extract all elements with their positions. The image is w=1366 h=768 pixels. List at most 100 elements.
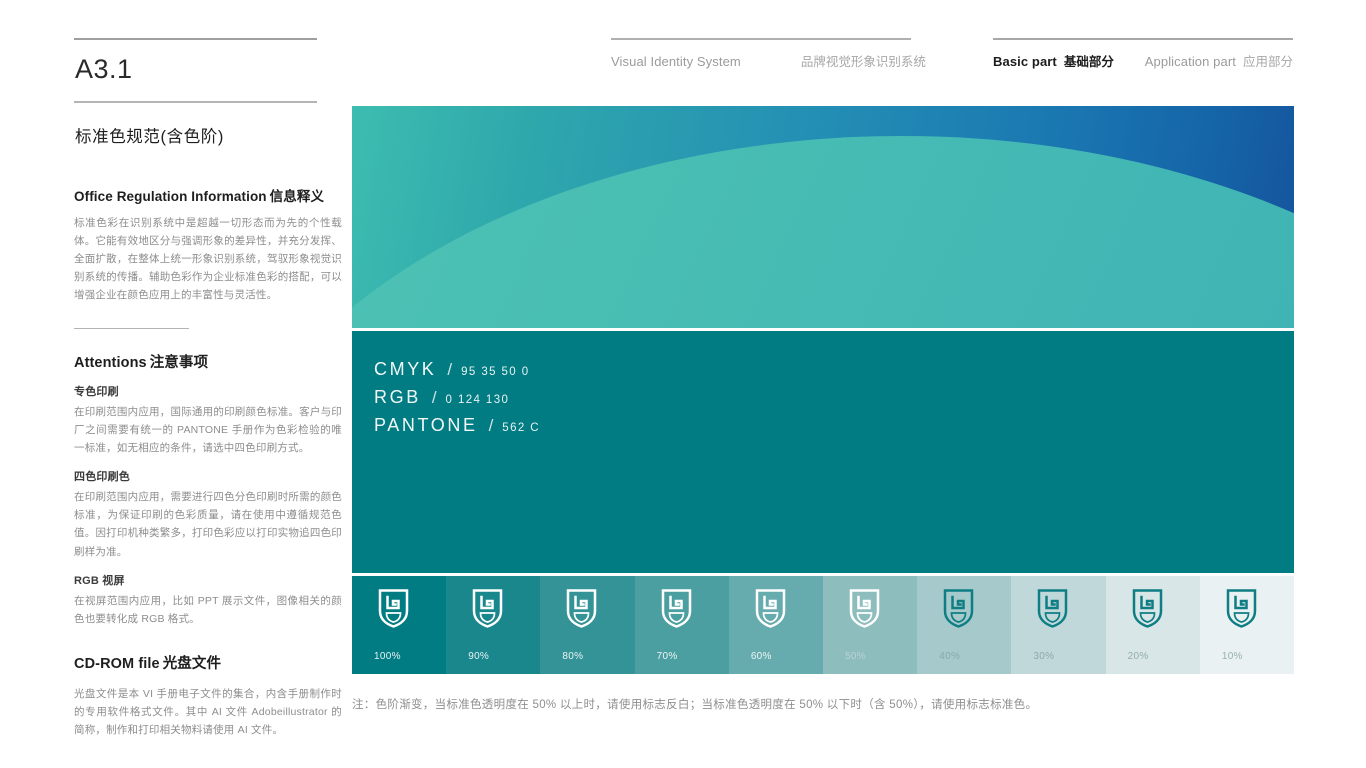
spec-value: 0 124 130	[445, 394, 510, 406]
tint-swatch-strip: 100% 90% 80% 70% 60% 50% 40% 30% 20% 10%	[352, 573, 1295, 674]
sidebar-rule-divider	[74, 327, 189, 330]
page-title: 标准色规范(含色阶)	[75, 127, 224, 146]
sidebar-block-attentions: Attentions 注意事项 专色印刷 在印刷范围内应用，国际通用的印刷颜色标准…	[74, 351, 342, 627]
brand-logo-icon	[472, 589, 503, 628]
brand-logo-icon	[943, 589, 974, 628]
brand-logo-icon	[661, 589, 691, 628]
spec-value: 95 35 50 0	[461, 366, 530, 378]
block-heading: Attentions 注意事项	[74, 351, 342, 372]
tint-swatch[interactable]: 10%	[1199, 576, 1295, 674]
header-rule-left	[611, 38, 911, 40]
spec-key: RGB	[374, 387, 421, 407]
tint-swatch[interactable]: 20%	[1105, 576, 1200, 674]
spec-value: 562 C	[502, 422, 540, 434]
tint-swatch[interactable]: 90%	[446, 576, 541, 674]
header-tab-en: Application part	[1144, 54, 1236, 69]
tint-percentage-label: 70%	[656, 651, 678, 662]
brand-logo-icon	[1132, 589, 1162, 628]
tint-percentage-label: 30%	[1033, 651, 1055, 662]
color-spec-panel: CMYK / 95 35 50 0 RGB / 0 124 130 PANTON…	[352, 106, 1295, 674]
brand-logo-icon	[567, 589, 597, 628]
tint-swatch[interactable]: 30%	[1011, 576, 1106, 674]
footer-note: 注：色阶渐变，当标准色透明度在 50% 以上时，请使用标志反白；当标准色透明度在…	[352, 699, 1038, 711]
header-rule-right	[993, 38, 1293, 40]
header-tab-cn: 应用部分	[1242, 55, 1293, 69]
brand-logo-wrapper	[661, 589, 692, 628]
brand-logo-wrapper	[1226, 589, 1257, 628]
brand-logo-wrapper	[1037, 589, 1068, 628]
brand-color-band: CMYK / 95 35 50 0 RGB / 0 124 130 PANTON…	[352, 328, 1294, 607]
attention-item-rgb-screen: RGB 视屏 在视屏范围内应用，比如 PPT 展示文件，图像相关的颜色也要转化成…	[74, 572, 342, 628]
block-heading-en: Attentions	[74, 355, 147, 372]
brand-logo-wrapper	[849, 589, 880, 628]
hero-ellipse-shape	[352, 136, 1294, 328]
header-tab-basic-part[interactable]: Basic part 基础部分	[993, 51, 1114, 70]
brand-logo-icon	[849, 589, 880, 628]
tint-swatch[interactable]: 50%	[823, 576, 918, 674]
sub-heading: RGB 视屏	[74, 574, 125, 587]
sub-body: 在印刷范围内应用，国际通用的印刷颜色标准。客户与印厂之间需要有统一的 PANTO…	[74, 406, 342, 455]
sub-heading: 专色印刷	[74, 386, 119, 399]
block-heading-en: CD-ROM file	[74, 655, 160, 672]
spec-separator: /	[431, 388, 437, 407]
sub-body: 在视屏范围内应用，比如 PPT 展示文件，图像相关的颜色也要转化成 RGB 格式…	[74, 594, 342, 625]
tint-percentage-label: 60%	[750, 651, 772, 662]
sub-body: 在印刷范围内应用，需要进行四色分色印刷时所需的颜色标准，为保证印刷的色彩质量，请…	[74, 491, 342, 558]
spec-key: CMYK	[374, 359, 437, 379]
brand-logo-icon	[1226, 589, 1257, 628]
block-heading-en: Office Regulation Information	[74, 188, 267, 204]
tint-swatch[interactable]: 40%	[917, 576, 1012, 674]
brand-logo-icon	[1038, 589, 1068, 628]
brand-logo-wrapper	[755, 589, 786, 628]
block-body: 标准色彩在识别系统中是超越一切形态而为先的个性载体。它能有效地区分与强调形象的差…	[74, 216, 342, 301]
spec-row-cmyk: CMYK / 95 35 50 0	[374, 359, 540, 380]
tint-percentage-label: 90%	[468, 651, 490, 662]
brand-logo-icon	[378, 589, 409, 628]
tint-percentage-label: 80%	[562, 651, 584, 662]
page-code: A3.1	[75, 54, 133, 84]
header-tab-cn: 基础部分	[1063, 55, 1114, 69]
header-group-system: Visual Identity System 品牌视觉形象识别系统	[611, 38, 926, 70]
brand-logo-wrapper	[378, 589, 409, 628]
tint-swatch[interactable]: 80%	[540, 576, 635, 674]
tint-swatch[interactable]: 60%	[728, 576, 824, 674]
tint-percentage-label: 40%	[939, 651, 961, 662]
spec-row-pantone: PANTONE / 562 C	[374, 415, 540, 436]
block-body: 光盘文件是本 VI 手册电子文件的集合，内含手册制作时的专用软件格式文件。其中 …	[74, 687, 342, 736]
hero-gradient-artwork	[352, 106, 1294, 328]
sidebar-rule-under-code	[74, 101, 317, 103]
block-heading-cn: 注意事项	[149, 355, 209, 372]
header-item-cn: 品牌视觉形象识别系统	[800, 55, 926, 69]
block-heading: Office Regulation Information 信息释义	[74, 185, 342, 205]
sidebar: A3.1 标准色规范(含色阶) Office Regulation Inform…	[74, 38, 342, 739]
attention-item-four-color: 四色印刷色 在印刷范围内应用，需要进行四色分色印刷时所需的颜色标准，为保证印刷的…	[74, 468, 342, 560]
block-heading-cn: 信息释义	[269, 188, 325, 204]
spec-row-rgb: RGB / 0 124 130	[374, 387, 540, 408]
tint-percentage-label: 100%	[374, 651, 401, 662]
brand-logo-wrapper	[943, 589, 974, 628]
tint-percentage-label: 50%	[845, 651, 866, 662]
brand-logo-wrapper	[472, 589, 503, 628]
sidebar-rule-top	[74, 38, 317, 40]
tint-percentage-label: 20%	[1127, 651, 1149, 662]
header-item-visual-identity-system[interactable]: Visual Identity System 品牌视觉形象识别系统	[611, 51, 926, 70]
sidebar-block-cdrom-file: CD-ROM file 光盘文件 光盘文件是本 VI 手册电子文件的集合，内含手册…	[74, 652, 342, 739]
sub-heading: 四色印刷色	[74, 471, 130, 484]
brand-logo-wrapper	[566, 589, 597, 628]
tint-swatch[interactable]: 100%	[352, 576, 447, 674]
tint-percentage-label: 10%	[1221, 651, 1243, 662]
spec-separator: /	[488, 416, 494, 435]
header-tab-application-part[interactable]: Application part 应用部分	[1145, 51, 1293, 70]
attention-item-spot-color: 专色印刷 在印刷范围内应用，国际通用的印刷颜色标准。客户与印厂之间需要有统一的 …	[74, 383, 342, 457]
color-spec-list: CMYK / 95 35 50 0 RGB / 0 124 130 PANTON…	[374, 359, 540, 443]
sidebar-block-office-regulation: Office Regulation Information 信息释义 标准色彩在识…	[74, 185, 342, 304]
brand-logo-icon	[755, 589, 786, 628]
header-tab-en: Basic part	[993, 54, 1057, 69]
header-group-parts: Basic part 基础部分 Application part 应用部分	[993, 38, 1293, 70]
block-heading-cn: 光盘文件	[162, 655, 222, 672]
spec-key: PANTONE	[374, 415, 478, 435]
block-heading: CD-ROM file 光盘文件	[74, 652, 342, 673]
tint-swatch[interactable]: 70%	[634, 576, 729, 674]
brand-logo-wrapper	[1132, 589, 1163, 628]
spec-separator: /	[447, 360, 453, 379]
